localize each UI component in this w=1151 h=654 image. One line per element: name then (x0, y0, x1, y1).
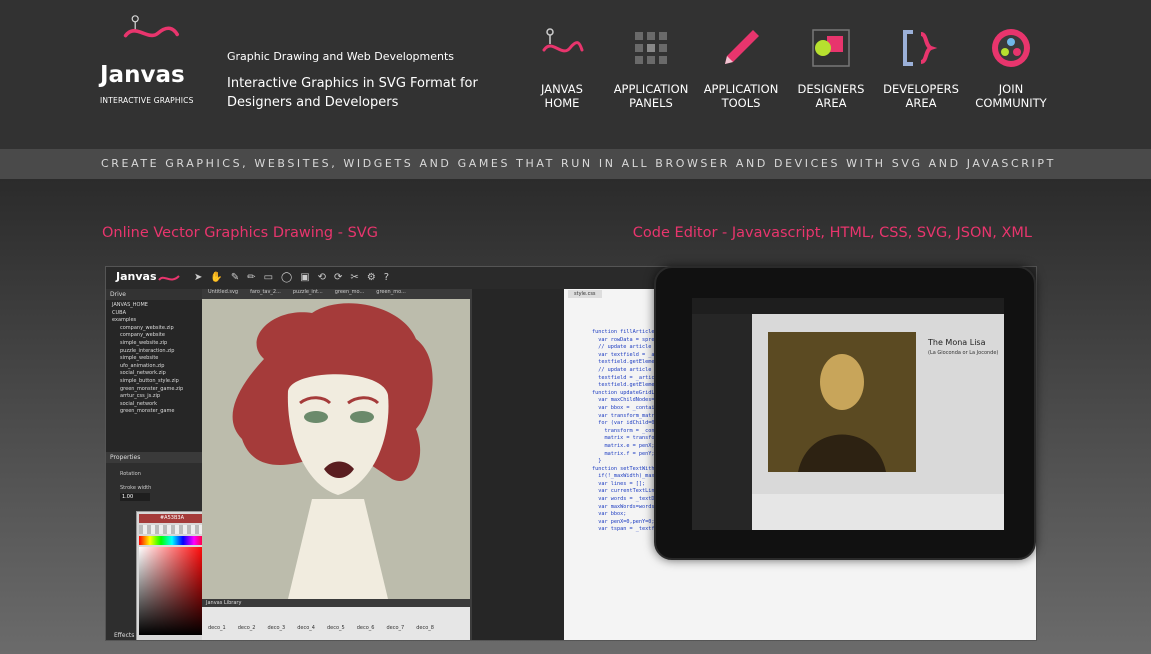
color-value[interactable]: #A53B3A (139, 514, 205, 523)
drive-label: Drive (106, 289, 202, 300)
library-item[interactable]: deco_2 (238, 625, 256, 631)
file-item[interactable]: arrtur_css_js.zip (112, 393, 202, 401)
tablet-library (752, 494, 1004, 530)
saturation-area[interactable] (139, 547, 205, 635)
document-tab[interactable]: Untitled.svg (202, 289, 244, 295)
properties-label: Properties (106, 452, 202, 463)
nav-application-panels[interactable]: APPLICATION PANELS (606, 26, 696, 110)
nav-application-tools[interactable]: APPLICATION TOOLS (696, 26, 786, 110)
effects-label: Effects (114, 632, 135, 639)
nav-label: APPLICATION PANELS (613, 82, 689, 110)
file-item[interactable]: company_website (112, 332, 202, 340)
document-tab[interactable]: green_mo... (329, 289, 371, 295)
app-name: Janvas (116, 270, 157, 283)
tagline-big: Interactive Graphics in SVG Format for D… (227, 76, 478, 110)
code-drive-panel (472, 289, 564, 640)
library-item[interactable]: deco_6 (357, 625, 375, 631)
nav-label: DEVELOPERS AREA (883, 82, 959, 110)
grid-icon (635, 32, 667, 64)
file-item[interactable]: social_network.zip (112, 370, 202, 378)
tablet-screen[interactable]: The Mona Lisa (La Gioconda or La Joconde… (692, 298, 1004, 530)
main-content: Online Vector Graphics Drawing - SVG Cod… (0, 179, 1151, 654)
document-tab[interactable]: faro_tav_2... (244, 289, 287, 295)
file-item[interactable]: simple_button_style.zip (112, 378, 202, 386)
shapes-icon (812, 29, 850, 67)
document-tabs[interactable]: Untitled.svg faro_tav_2... puzzle_int... gr… (202, 289, 470, 299)
tablet-frame: The Mona Lisa (La Gioconda or La Joconde… (654, 266, 1036, 560)
community-icon (992, 29, 1030, 67)
nav-label: JANVAS HOME (541, 82, 583, 110)
nav-developers-area[interactable]: DEVELOPERS AREA (876, 26, 966, 110)
portrait-illustration (232, 303, 433, 599)
file-item[interactable]: CUBA (112, 310, 202, 318)
tool-icons[interactable]: ➤✋✎✏▭◯▣⟲⟳✂⚙? (194, 272, 397, 283)
library-items[interactable]: deco_1 deco_2 deco_3 deco_4 deco_5 deco_6 deco… (202, 607, 470, 631)
stroke-width-label: Stroke width (120, 485, 152, 491)
janvas-logo-icon (542, 28, 584, 53)
library-item[interactable]: deco_4 (297, 625, 315, 631)
stroke-width-value[interactable]: 1.00 (120, 493, 150, 501)
color-checker (139, 525, 205, 534)
hue-slider[interactable] (139, 536, 205, 545)
file-item[interactable]: JANVAS_HOME (112, 302, 202, 310)
code-tab[interactable]: style.css (568, 290, 602, 298)
file-item[interactable]: simple_website (112, 355, 202, 363)
site-header: Janvas INTERACTIVE GRAPHICS Graphic Draw… (0, 0, 1151, 149)
tablet-subtitle: (La Gioconda or La Joconde) (928, 350, 999, 356)
pencil-icon (725, 30, 759, 64)
nav-join-community[interactable]: JOIN COMMUNITY (966, 26, 1056, 110)
tablet-title: The Mona Lisa (928, 338, 986, 347)
color-picker[interactable]: #A53B3A (136, 511, 208, 640)
tablet-toolbar (692, 298, 1004, 314)
library-item[interactable]: deco_1 (208, 625, 226, 631)
feature-banner: CREATE GRAPHICS, WEBSITES, WIDGETS AND G… (0, 149, 1151, 179)
tablet-sidebar (692, 314, 752, 530)
document-tab[interactable]: green_mo... (370, 289, 412, 295)
nav-designers-area[interactable]: DESIGNERS AREA (786, 26, 876, 110)
brand-name: Janvas (100, 62, 185, 88)
file-item[interactable]: company_website.zip (112, 325, 202, 333)
library-item[interactable]: deco_8 (416, 625, 434, 631)
library-label: Janvas Library (202, 599, 470, 607)
file-item[interactable]: simple_website.zip (112, 340, 202, 348)
nav-janvas-home[interactable]: JANVAS HOME (517, 26, 607, 110)
code-brackets-icon (903, 30, 938, 66)
file-item[interactable]: green_monster_game (112, 408, 202, 416)
brand-subtitle: INTERACTIVE GRAPHICS (100, 96, 194, 105)
file-item[interactable]: puzzle_interaction.zip (112, 348, 202, 356)
nav-label: JOIN COMMUNITY (975, 82, 1047, 110)
library-item[interactable]: deco_5 (327, 625, 345, 631)
file-item[interactable]: social_network (112, 401, 202, 409)
janvas-logo-icon (158, 275, 180, 281)
drawing-canvas[interactable] (202, 299, 470, 599)
library-item[interactable]: deco_7 (387, 625, 405, 631)
mona-lisa-image (768, 332, 916, 472)
rotation-label: Rotation (120, 471, 141, 477)
tablet-canvas: The Mona Lisa (La Gioconda or La Joconde… (752, 314, 1004, 494)
tagline-small: Graphic Drawing and Web Developments (227, 50, 455, 63)
file-list[interactable]: JANVAS_HOME CUBA examples company_website.z… (106, 300, 202, 416)
file-item[interactable]: green_monster_game.zip (112, 386, 202, 394)
file-item[interactable]: ufo_animation.zip (112, 363, 202, 371)
section-title-code-editor[interactable]: Code Editor - Javavascript, HTML, CSS, S… (633, 225, 1032, 241)
nav-label: APPLICATION TOOLS (703, 82, 779, 110)
section-title-drawing[interactable]: Online Vector Graphics Drawing - SVG (102, 225, 378, 241)
nav-label: DESIGNERS AREA (797, 82, 865, 110)
library-panel: Janvas Library deco_1 deco_2 deco_3 deco_4 d… (202, 599, 470, 640)
file-item[interactable]: examples (112, 317, 202, 325)
library-item[interactable]: deco_3 (268, 625, 286, 631)
document-tab[interactable]: puzzle_int... (287, 289, 329, 295)
